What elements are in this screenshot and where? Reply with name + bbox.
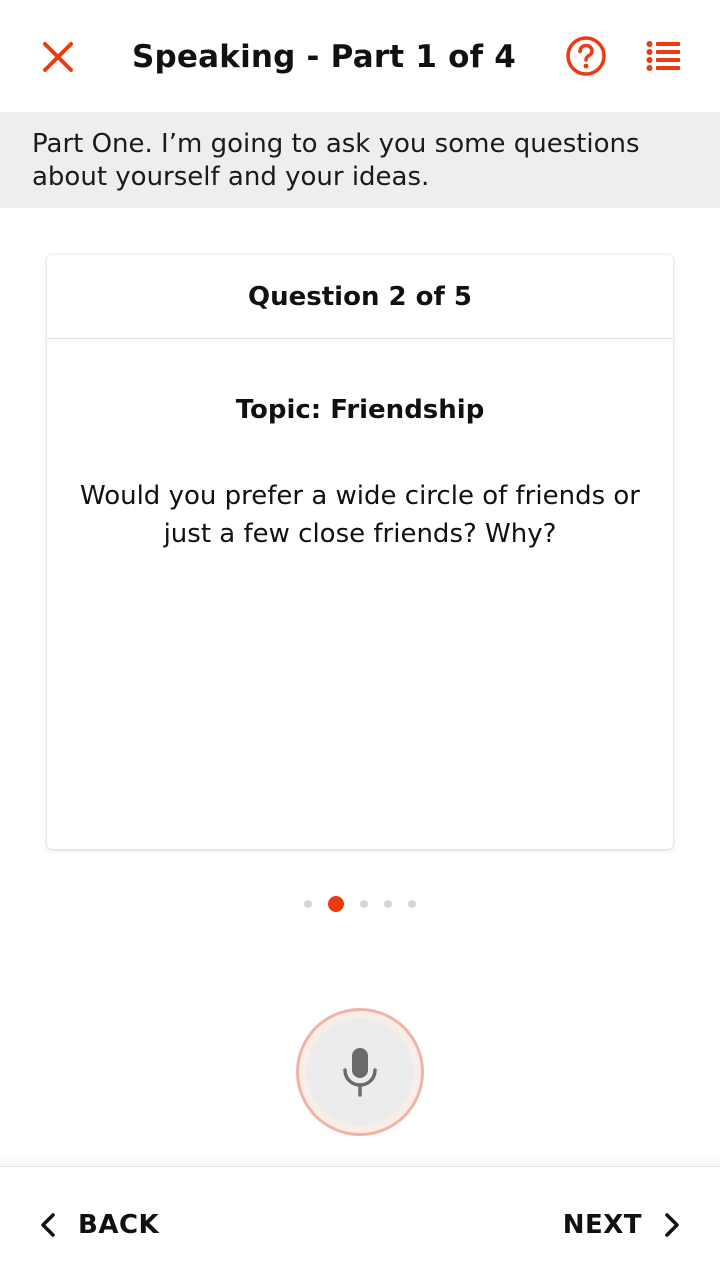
back-button[interactable]: BACK: [40, 1203, 159, 1247]
chevron-left-icon: [41, 1213, 55, 1237]
back-label: BACK: [78, 1210, 160, 1240]
close-button[interactable]: [30, 32, 86, 82]
top-bar: Speaking - Part 1 of 4: [0, 0, 720, 112]
close-icon: [43, 42, 73, 72]
bottom-nav: BACK NEXT: [0, 1166, 720, 1280]
record-button-inner: [306, 1018, 414, 1126]
question-text: Would you prefer a wide circle of friend…: [80, 481, 640, 549]
pager-dot-5[interactable]: [408, 900, 416, 908]
help-button[interactable]: [562, 32, 610, 80]
question-card: Question 2 of 5 Topic: Friendship Would …: [47, 255, 673, 849]
pager-dot-2-active[interactable]: [328, 896, 344, 912]
pager-dots: [0, 894, 720, 914]
pager-dot-1[interactable]: [304, 900, 312, 908]
next-label: NEXT: [562, 1210, 642, 1240]
next-button[interactable]: NEXT: [563, 1203, 680, 1247]
question-list-button[interactable]: [640, 32, 686, 80]
pager-dot-4[interactable]: [384, 900, 392, 908]
help-circle-icon: [566, 36, 606, 76]
record-button[interactable]: [296, 1008, 424, 1136]
pager-dot-3[interactable]: [360, 900, 368, 908]
question-topic: Topic: Friendship: [235, 395, 485, 425]
page-title: Speaking - Part 1 of 4: [132, 39, 517, 75]
list-icon: [646, 41, 680, 71]
question-counter: Question 2 of 5: [47, 255, 673, 339]
question-body: Topic: Friendship Would you prefer a wid…: [47, 339, 673, 553]
microphone-icon: [343, 1048, 377, 1097]
chevron-right-icon: [665, 1213, 679, 1237]
speaking-screen: Speaking - Part 1 of 4 Part One. I’m goi…: [0, 0, 720, 1280]
instructions-banner: Part One. I’m going to ask you some ques…: [0, 112, 720, 208]
